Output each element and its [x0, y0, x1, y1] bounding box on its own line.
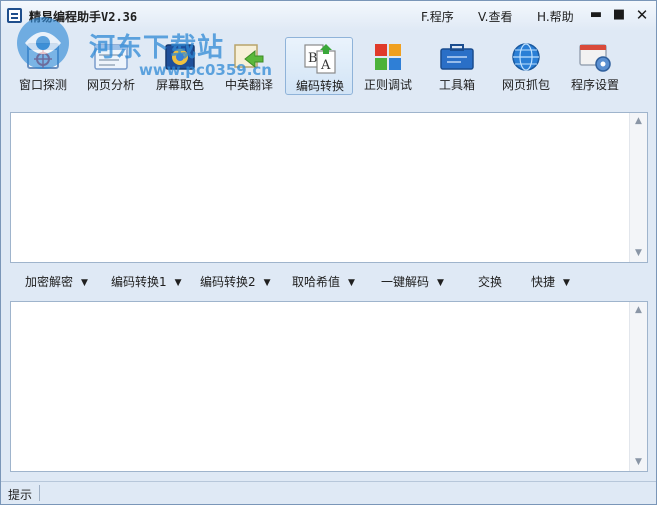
action-label: 取哈希值 — [292, 275, 341, 289]
scroll-down-icon[interactable]: ▼ — [630, 245, 647, 262]
tool-label: 正则调试 — [363, 78, 412, 92]
output-textarea[interactable] — [11, 302, 629, 471]
dropdown-arrow-icon: ▼ — [437, 278, 444, 288]
status-text: 提示 — [8, 488, 33, 502]
input-pane: ▲ ▼ — [10, 112, 648, 263]
scroll-up-icon[interactable]: ▲ — [630, 302, 647, 319]
tool-webpage-analysis[interactable]: 网页分析 — [77, 37, 145, 95]
tool-toolbox[interactable]: 工具箱 — [423, 37, 491, 95]
dropdown-arrow-icon: ▼ — [81, 278, 88, 288]
action-label: 交换 — [478, 275, 503, 289]
tool-label: 编码转换 — [295, 79, 344, 93]
action-label: 快捷 — [531, 275, 556, 289]
action-encode-convert-2[interactable]: 编码转换2 ▼ — [200, 273, 271, 291]
app-window: 精易编程助手V2.36 F.程序 V.查看 H.帮助 ▬ ■ ✕ 窗口探测 网页… — [0, 0, 657, 505]
tool-window-detect[interactable]: 窗口探测 — [9, 37, 77, 95]
action-label: 编码转换2 — [200, 275, 256, 289]
action-one-click-decode[interactable]: 一键解码 ▼ — [381, 273, 444, 291]
menu-view[interactable]: V.查看 — [478, 8, 512, 25]
web-capture-icon — [512, 43, 540, 71]
action-label: 一键解码 — [381, 275, 430, 289]
toolbox-icon — [440, 44, 474, 70]
action-swap-button[interactable]: 交换 — [478, 273, 502, 291]
scroll-up-icon[interactable]: ▲ — [630, 113, 647, 130]
dropdown-arrow-icon: ▼ — [348, 278, 355, 288]
regex-debug-icon — [375, 44, 401, 70]
action-label: 编码转换1 — [111, 275, 167, 289]
tool-label: 网页分析 — [86, 78, 135, 92]
main-toolbar: 窗口探测 网页分析 屏幕取色 中英翻译 B A 编码转换 正则调试 工具箱 网页… — [1, 31, 656, 97]
status-bar: 提示 — [1, 481, 656, 504]
window-detect-icon — [27, 43, 59, 69]
tool-label: 程序设置 — [570, 78, 619, 92]
close-button[interactable]: ✕ — [632, 6, 652, 24]
svg-text:A: A — [320, 58, 331, 73]
input-scrollbar[interactable]: ▲ ▼ — [629, 113, 647, 262]
tool-label: 网页抓包 — [501, 78, 550, 92]
app-logo-icon — [7, 8, 22, 23]
menu-help[interactable]: H.帮助 — [537, 8, 574, 25]
maximize-button[interactable]: ■ — [609, 6, 629, 24]
svg-text:B: B — [308, 51, 318, 66]
tool-translate[interactable]: 中英翻译 — [215, 37, 283, 95]
tool-regex-debug[interactable]: 正则调试 — [354, 37, 422, 95]
input-textarea[interactable] — [11, 113, 629, 262]
minimize-button[interactable]: ▬ — [586, 6, 606, 24]
title-bar[interactable]: 精易编程助手V2.36 F.程序 V.查看 H.帮助 ▬ ■ ✕ — [1, 1, 656, 31]
status-separator — [39, 485, 40, 501]
tool-label: 窗口探测 — [18, 78, 67, 92]
settings-icon — [579, 44, 611, 72]
dropdown-arrow-icon: ▼ — [563, 278, 570, 288]
dropdown-arrow-icon: ▼ — [263, 278, 271, 288]
output-pane: ▲ ▼ — [10, 301, 648, 472]
tool-encode-convert[interactable]: B A 编码转换 — [285, 37, 353, 95]
action-encode-convert-1[interactable]: 编码转换1 ▼ — [111, 273, 182, 291]
color-picker-icon — [165, 44, 195, 70]
encode-convert-icon: B A — [304, 44, 336, 74]
action-encrypt-decrypt[interactable]: 加密解密 ▼ — [25, 273, 88, 291]
translate-icon — [234, 44, 264, 69]
action-shortcut[interactable]: 快捷 ▼ — [531, 273, 570, 291]
output-scrollbar[interactable]: ▲ ▼ — [629, 302, 647, 471]
webpage-analysis-icon — [94, 44, 128, 70]
tool-label: 屏幕取色 — [155, 78, 204, 92]
tool-label: 中英翻译 — [224, 78, 273, 92]
window-title: 精易编程助手V2.36 — [29, 10, 138, 24]
action-bar: 加密解密 ▼ 编码转换1 ▼ 编码转换2 ▼ 取哈希值 ▼ 一键解码 ▼ 交换 快捷 ▼ — [1, 269, 656, 295]
tool-label: 工具箱 — [438, 78, 475, 92]
tool-color-picker[interactable]: 屏幕取色 — [146, 37, 214, 95]
action-hash[interactable]: 取哈希值 ▼ — [292, 273, 355, 291]
scroll-down-icon[interactable]: ▼ — [630, 454, 647, 471]
tool-web-capture[interactable]: 网页抓包 — [492, 37, 560, 95]
action-label: 加密解密 — [25, 275, 74, 289]
tool-settings[interactable]: 程序设置 — [561, 37, 629, 95]
dropdown-arrow-icon: ▼ — [174, 278, 182, 288]
menu-program[interactable]: F.程序 — [421, 8, 454, 25]
